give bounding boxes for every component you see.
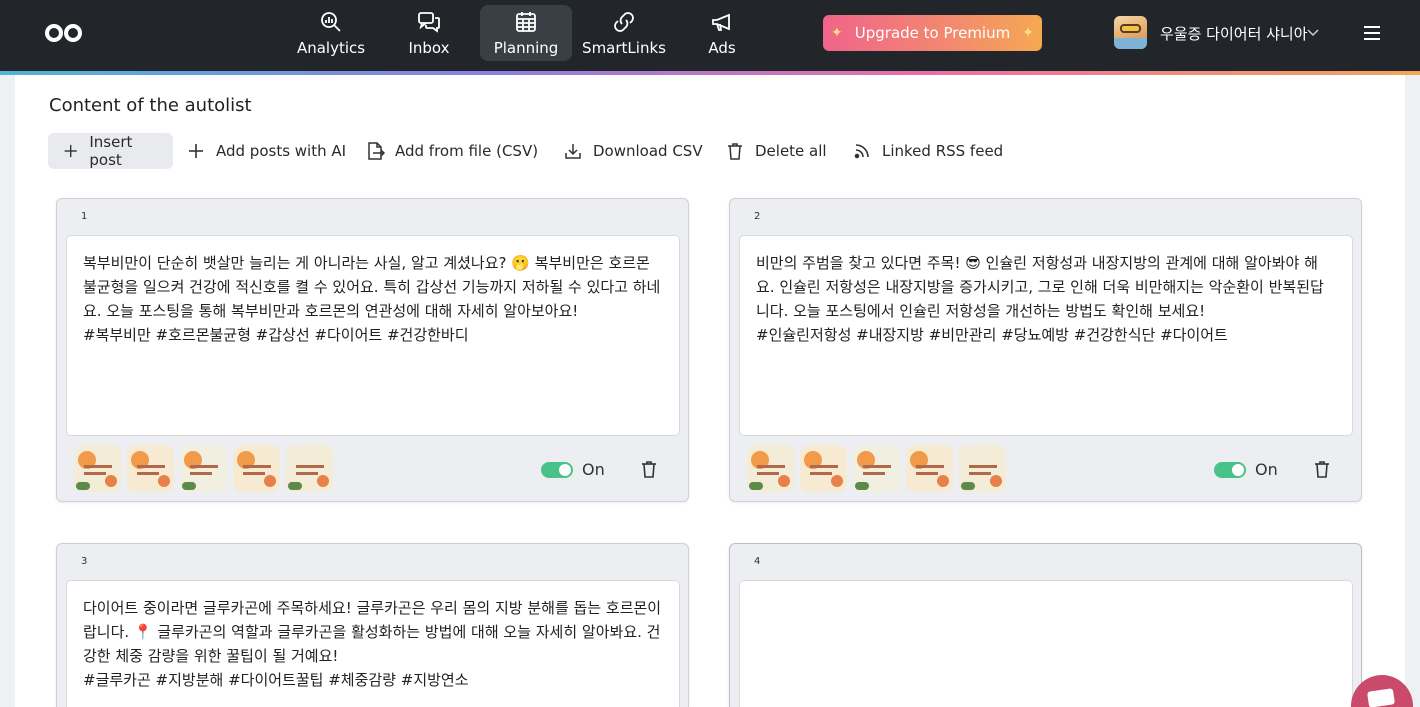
chat-icon: [1367, 688, 1395, 707]
post-image[interactable]: [74, 445, 121, 492]
add-posts-ai-button[interactable]: Add posts with AI: [172, 133, 360, 169]
post-number: 2: [754, 211, 761, 222]
delete-all-label: Delete all: [755, 142, 827, 160]
calendar-icon: [516, 12, 536, 32]
analytics-icon: [321, 12, 341, 32]
app-logo-icon[interactable]: [44, 22, 84, 44]
post-active-toggle[interactable]: [541, 462, 573, 478]
plus-icon: [189, 144, 203, 158]
toggle-label: On: [582, 460, 605, 479]
download-csv-label: Download CSV: [593, 142, 703, 160]
section-title: Content of the autolist: [49, 95, 252, 116]
post-images: [747, 445, 1006, 492]
delete-all-button[interactable]: Delete all: [711, 133, 841, 169]
download-csv-button[interactable]: Download CSV: [549, 133, 717, 169]
post-image[interactable]: [906, 445, 953, 492]
nav-ads-label: Ads: [708, 39, 736, 57]
toggle-label: On: [1255, 460, 1278, 479]
nav-inbox-label: Inbox: [408, 39, 450, 57]
chevron-down-icon[interactable]: [1306, 27, 1320, 39]
username[interactable]: 우울증 다이어터 샤니아: [1160, 23, 1308, 44]
post-number: 3: [81, 556, 88, 567]
avatar[interactable]: [1114, 16, 1147, 49]
plus-icon: [64, 144, 77, 158]
post-image[interactable]: [853, 445, 900, 492]
insert-post-label: Insert post: [89, 133, 133, 169]
post-image[interactable]: [180, 445, 227, 492]
post-card: 3 다이어트 중이라면 글루카곤에 주목하세요! 글루카곤은 우리 몸의 지방 …: [56, 543, 689, 707]
nav-planning[interactable]: Planning: [480, 5, 572, 61]
nav-smartlinks-label: SmartLinks: [582, 39, 666, 57]
post-card: 4: [729, 543, 1362, 707]
inbox-icon: [418, 12, 440, 33]
upgrade-premium-button[interactable]: ✦ Upgrade to Premium ✦: [823, 15, 1042, 51]
megaphone-icon: [712, 13, 730, 31]
post-images: [74, 445, 333, 492]
hamburger-menu-icon[interactable]: [1362, 23, 1382, 43]
download-icon: [565, 144, 581, 159]
post-number: 4: [754, 556, 761, 567]
linked-rss-label: Linked RSS feed: [882, 142, 1004, 160]
sparkle-icon: ✦: [831, 25, 843, 41]
post-image[interactable]: [286, 445, 333, 492]
link-icon: [614, 12, 634, 32]
nav-smartlinks[interactable]: SmartLinks: [578, 5, 670, 61]
post-image[interactable]: [233, 445, 280, 492]
post-image[interactable]: [959, 445, 1006, 492]
post-image[interactable]: [800, 445, 847, 492]
post-text[interactable]: 복부비만이 단순히 뱃살만 늘리는 게 아니라는 사실, 알고 계셨나요? 🫢 …: [66, 235, 680, 436]
nav-planning-label: Planning: [493, 39, 559, 57]
post-image[interactable]: [747, 445, 794, 492]
upgrade-label: Upgrade to Premium: [854, 24, 1011, 42]
rss-icon: [854, 144, 869, 159]
post-number: 1: [81, 211, 88, 222]
nav-ads[interactable]: Ads: [676, 5, 768, 61]
post-active-toggle[interactable]: [1214, 462, 1246, 478]
linked-rss-button[interactable]: Linked RSS feed: [838, 133, 1017, 169]
post-card: 2 비만의 주범을 찾고 있다면 주목! 😎 인슐린 저항성과 내장지방의 관계…: [729, 198, 1362, 502]
post-text[interactable]: [739, 580, 1353, 707]
nav-analytics-label: Analytics: [296, 39, 366, 57]
add-from-file-button[interactable]: Add from file (CSV): [351, 133, 552, 169]
post-text[interactable]: 비만의 주범을 찾고 있다면 주목! 😎 인슐린 저항성과 내장지방의 관계에 …: [739, 235, 1353, 436]
add-posts-ai-label: Add posts with AI: [216, 142, 347, 160]
trash-icon[interactable]: [1312, 459, 1332, 479]
trash-icon: [728, 143, 742, 160]
trash-icon[interactable]: [639, 459, 659, 479]
add-from-file-label: Add from file (CSV): [395, 142, 539, 160]
post-text[interactable]: 다이어트 중이라면 글루카곤에 주목하세요! 글루카곤은 우리 몸의 지방 분해…: [66, 580, 680, 707]
file-import-icon: [368, 142, 385, 160]
post-image[interactable]: [127, 445, 174, 492]
nav-analytics[interactable]: Analytics: [285, 5, 377, 61]
insert-post-button[interactable]: Insert post: [48, 133, 173, 169]
nav-inbox[interactable]: Inbox: [383, 5, 475, 61]
sparkle-icon: ✦: [1022, 25, 1034, 41]
post-card: 1 복부비만이 단순히 뱃살만 늘리는 게 아니라는 사실, 알고 계셨나요? …: [56, 198, 689, 502]
